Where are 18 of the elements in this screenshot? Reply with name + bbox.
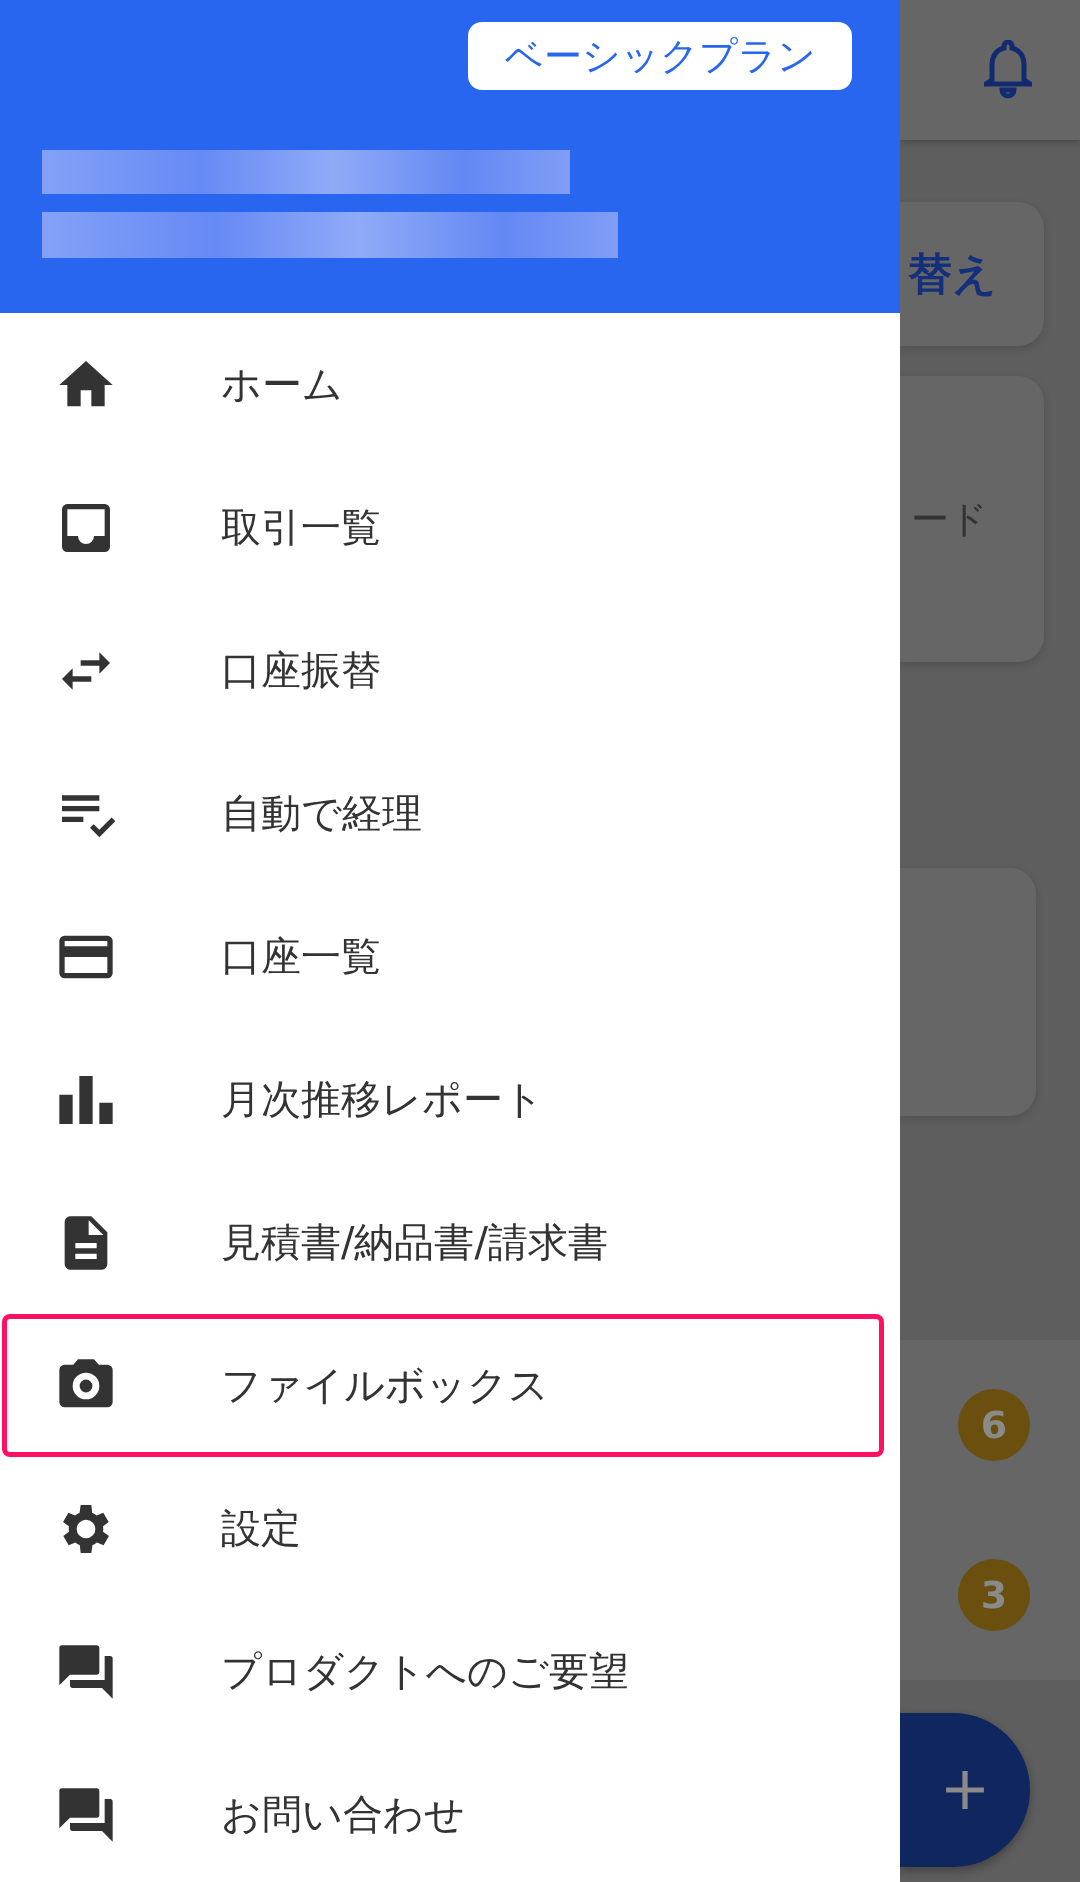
menu-item[interactable]: ホーム [2, 313, 884, 456]
count-badge: 3 [958, 1559, 1030, 1631]
bell-icon[interactable] [984, 40, 1032, 100]
menu-item[interactable]: お問い合わせ [2, 1743, 884, 1882]
plan-badge: ベーシックプラン [468, 22, 852, 90]
add-button[interactable] [900, 1713, 1030, 1867]
menu-item[interactable]: プロダクトへのご要望 [2, 1600, 884, 1743]
menu-item[interactable]: 口座振替 [2, 599, 884, 742]
menu-item[interactable]: 口座一覧 [2, 885, 884, 1028]
menu-item[interactable]: 月次推移レポート [2, 1028, 884, 1171]
menu-item[interactable]: 設定 [2, 1457, 884, 1600]
menu-item[interactable]: 自動で経理 [2, 742, 884, 885]
menu-item[interactable]: 見積書/納品書/請求書 [2, 1171, 884, 1314]
plus-icon [944, 1769, 986, 1811]
card-title: 替え [908, 246, 997, 301]
count-badge: 6 [958, 1389, 1030, 1461]
menu-item[interactable]: ファイルボックス [2, 1314, 884, 1457]
menu-item[interactable]: 取引一覧 [2, 456, 884, 599]
